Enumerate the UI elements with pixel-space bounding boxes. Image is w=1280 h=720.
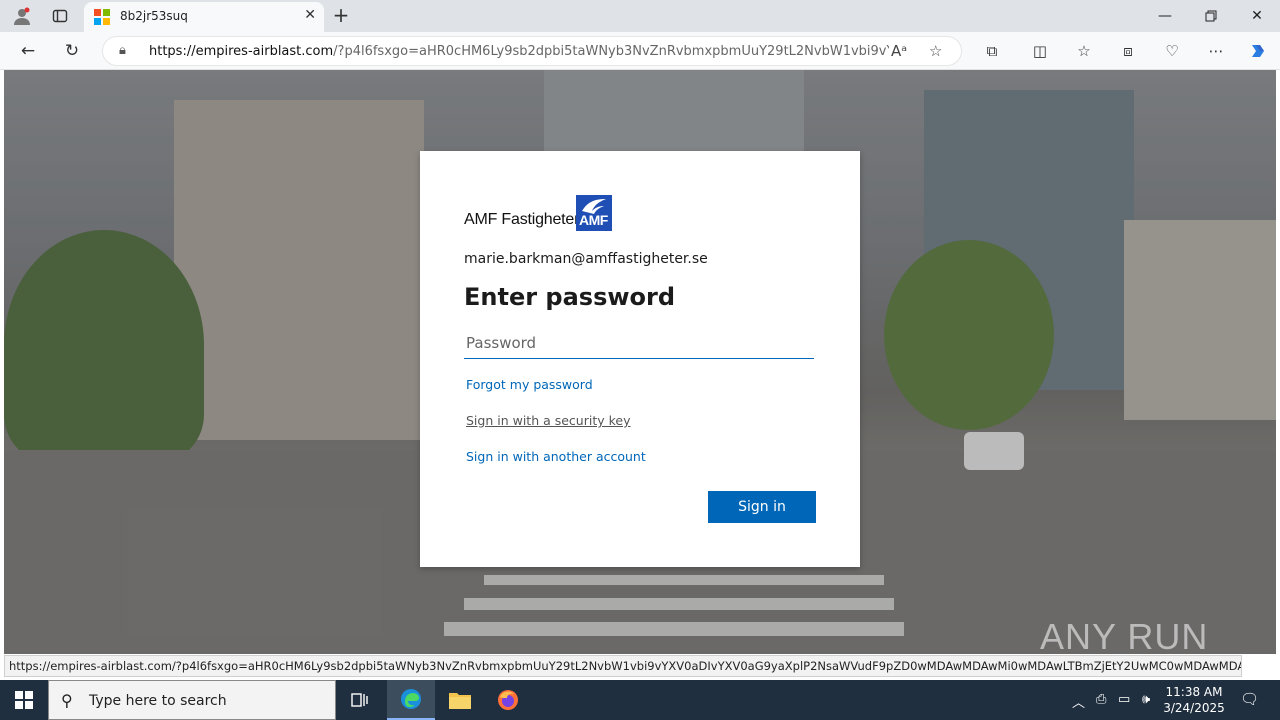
notifications-icon[interactable]: 🗨︎ bbox=[1240, 690, 1259, 708]
settings-more-icon[interactable]: ⋯ bbox=[1204, 40, 1228, 62]
taskbar-clock[interactable]: 11:38 AM 3/24/2025 bbox=[1156, 684, 1232, 716]
another-account-link[interactable]: Sign in with another account bbox=[466, 449, 646, 464]
active-tab[interactable]: 8b2jr53suq ✕ bbox=[84, 2, 324, 32]
search-icon: ⚲ bbox=[61, 691, 73, 710]
refresh-icon[interactable]: ↻ bbox=[58, 38, 86, 64]
status-bar-url: https://empires-airblast.com/?p4l6fsxgo=… bbox=[4, 655, 1242, 677]
more-options-icon[interactable]: ⋯ bbox=[1244, 655, 1276, 677]
page-background: AMF Fastigheter AMF marie.barkman@amffas… bbox=[4, 70, 1276, 654]
account-email: marie.barkman@amffastigheter.se bbox=[464, 251, 708, 267]
copilot-icon[interactable] bbox=[1246, 40, 1270, 62]
taskbar-search[interactable]: ⚲ Type here to search bbox=[48, 680, 336, 720]
browser-essentials-icon[interactable]: ♡ bbox=[1160, 40, 1184, 62]
profile-icon[interactable] bbox=[10, 4, 34, 28]
collections-icon[interactable]: ⧈ bbox=[1116, 40, 1140, 62]
browser-toolbar: ← ↻ 🔒︎ https://empires-airblast.com/?p4l… bbox=[0, 32, 1280, 70]
microsoft-favicon-icon bbox=[94, 9, 110, 25]
clock-date: 3/24/2025 bbox=[1163, 701, 1225, 715]
restore-icon[interactable] bbox=[1188, 0, 1234, 32]
tab-title: 8b2jr53suq bbox=[120, 9, 188, 23]
task-view-icon[interactable] bbox=[336, 680, 384, 720]
address-url[interactable]: https://empires-airblast.com/?p4l6fsxgo=… bbox=[149, 44, 889, 59]
logo-brand-text: AMF Fastigheter bbox=[464, 211, 580, 228]
split-screen-icon[interactable]: ◫ bbox=[1028, 40, 1052, 62]
amf-logo-mark-icon: AMF bbox=[576, 195, 612, 231]
new-tab-icon[interactable]: + bbox=[330, 4, 352, 26]
tray-chevron-up-icon[interactable]: ︿ bbox=[1072, 692, 1085, 711]
windows-start-icon[interactable] bbox=[0, 680, 48, 720]
extensions-icon[interactable]: ⧉ bbox=[980, 40, 1004, 62]
close-window-icon[interactable]: ✕ bbox=[1234, 0, 1280, 32]
favorite-star-icon[interactable]: ☆ bbox=[929, 42, 942, 60]
login-card: AMF Fastigheter AMF marie.barkman@amffas… bbox=[420, 151, 860, 567]
edge-taskbar-icon[interactable] bbox=[387, 680, 435, 720]
minimize-icon[interactable]: — bbox=[1142, 0, 1188, 32]
favorites-icon[interactable]: ☆ bbox=[1072, 40, 1096, 62]
page-title: Enter password bbox=[464, 283, 676, 311]
tray-volume-icon[interactable]: 🕪︎ bbox=[1142, 692, 1150, 707]
taskbar-search-placeholder: Type here to search bbox=[89, 693, 227, 709]
sign-in-button[interactable]: Sign in bbox=[708, 491, 816, 523]
back-icon[interactable]: ← bbox=[14, 38, 42, 64]
security-key-link[interactable]: Sign in with a security key bbox=[466, 413, 631, 428]
tray-network-icon[interactable]: ▭ bbox=[1118, 692, 1130, 707]
forgot-password-link[interactable]: Forgot my password bbox=[466, 377, 593, 392]
tab-actions-icon[interactable] bbox=[48, 4, 72, 28]
tray-network-device-icon[interactable]: ⎙ bbox=[1096, 692, 1106, 707]
screen: 8b2jr53suq ✕ + — ✕ ← ↻ 🔒︎ https://empire… bbox=[0, 0, 1280, 720]
tab-close-icon[interactable]: ✕ bbox=[304, 7, 316, 23]
file-explorer-icon[interactable] bbox=[436, 680, 484, 720]
firefox-icon[interactable] bbox=[484, 680, 532, 720]
clock-time: 11:38 AM bbox=[1165, 685, 1223, 699]
watermark: ANY RUN bbox=[1040, 616, 1209, 657]
address-bar[interactable]: 🔒︎ https://empires-airblast.com/?p4l6fsx… bbox=[102, 36, 962, 66]
read-aloud-icon[interactable]: A͏ᵃ bbox=[891, 42, 907, 60]
windows-taskbar: ⚲ Type here to search ︿ ⎙ ▭ 🕪︎ 11:38 AM … bbox=[0, 680, 1280, 720]
browser-tab-strip: 8b2jr53suq ✕ + — ✕ bbox=[0, 0, 1280, 32]
password-input[interactable] bbox=[464, 327, 814, 359]
lock-icon[interactable]: 🔒︎ bbox=[119, 43, 126, 58]
